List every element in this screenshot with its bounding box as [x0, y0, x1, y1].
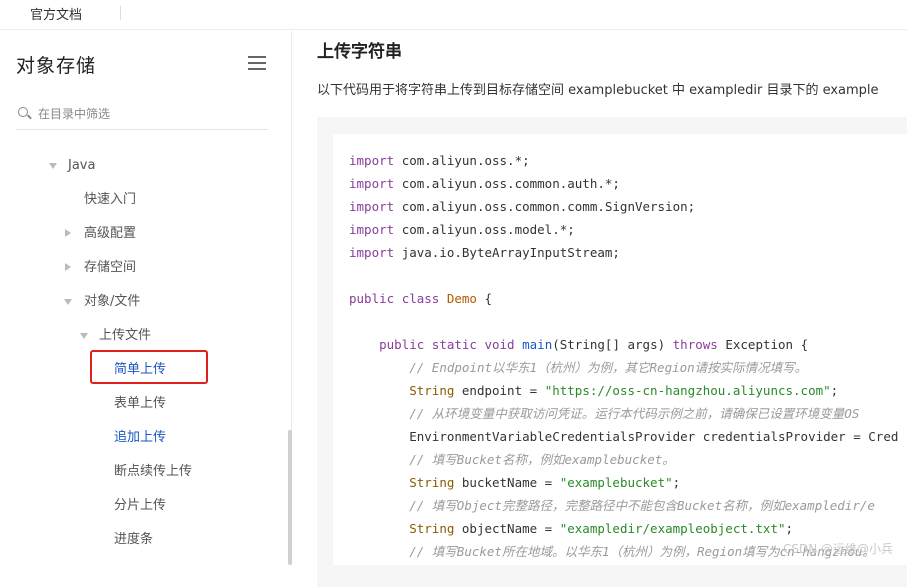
chevron-down-icon[interactable]: [80, 333, 88, 339]
sidebar-item-upload[interactable]: 上传文件: [99, 326, 151, 346]
section-heading: 上传字符串: [317, 42, 402, 62]
sidebar-item-bucket[interactable]: 存储空间: [84, 258, 136, 278]
code-keyword: void: [484, 337, 515, 352]
code-var: endpoint =: [454, 383, 545, 398]
sidebar-item-form-upload[interactable]: 表单上传: [114, 394, 166, 414]
code-line: java.io.ByteArrayInputStream;: [401, 245, 620, 260]
code-keyword: import: [349, 199, 395, 214]
code-content: import com.aliyun.oss.*; import com.aliy…: [349, 153, 899, 559]
sidebar: 对象存储 Java 快速入门 高级配置 存储空间 对象/文件 上传文件 简单上传…: [0, 31, 292, 565]
code-class-name: Demo: [446, 291, 477, 306]
code-comment: // 从环境变量中获取访问凭证。运行本代码示例之前，请确保已设置环境变量OS: [409, 406, 860, 421]
sidebar-scrollbar[interactable]: [288, 430, 292, 565]
code-keyword: public: [349, 291, 395, 306]
code-type: String: [409, 383, 455, 398]
menu-icon[interactable]: [248, 56, 266, 70]
highlight-annotation: [90, 350, 208, 384]
code-keyword: import: [349, 153, 395, 168]
code-type: String: [409, 521, 455, 536]
code-type: String: [409, 475, 455, 490]
sidebar-item-java[interactable]: Java: [68, 156, 95, 176]
code-var: bucketName =: [454, 475, 560, 490]
sidebar-item-advanced-config[interactable]: 高级配置: [84, 224, 136, 244]
sidebar-item-multipart-upload[interactable]: 分片上传: [114, 496, 166, 516]
code-string: "examplebucket": [559, 475, 673, 490]
code-string: "https://oss-cn-hangzhou.aliyuncs.com": [544, 383, 831, 398]
watermark: CSDN @运维@小兵: [783, 542, 894, 556]
topbar-divider: [120, 6, 121, 20]
code-keyword: import: [349, 222, 395, 237]
filter-box: [16, 101, 268, 130]
code-line: com.aliyun.oss.model.*;: [401, 222, 575, 237]
chevron-down-icon[interactable]: [49, 163, 57, 169]
code-args: (String[] args): [552, 337, 666, 352]
code-line: com.aliyun.oss.common.comm.SignVersion;: [401, 199, 696, 214]
section-description: 以下代码用于将字符串上传到目标存储空间 examplebucket 中 exam…: [317, 83, 879, 98]
code-keyword: static: [431, 337, 477, 352]
code-keyword: throws: [672, 337, 718, 352]
sidebar-item-quickstart[interactable]: 快速入门: [84, 190, 136, 210]
chevron-right-icon[interactable]: [65, 263, 71, 271]
search-icon: [18, 107, 28, 117]
code-string: "exampledir/exampleobject.txt": [559, 521, 786, 536]
code-comment: // 填写Bucket名称，例如examplebucket。: [409, 452, 675, 467]
chevron-down-icon[interactable]: [64, 299, 72, 305]
sidebar-title: 对象存储: [16, 55, 97, 77]
code-line: com.aliyun.oss.common.auth.*;: [401, 176, 620, 191]
code-keyword: import: [349, 176, 395, 191]
code-var: objectName =: [454, 521, 560, 536]
code-line: EnvironmentVariableCredentialsProvider c…: [409, 429, 899, 444]
official-docs-link[interactable]: 官方文档: [30, 4, 82, 23]
sidebar-item-resumable-upload[interactable]: 断点续传上传: [114, 462, 192, 482]
filter-input[interactable]: [36, 103, 260, 125]
code-function: main: [522, 337, 553, 352]
code-comment: // 填写Object完整路径，完整路径中不能包含Bucket名称，例如exam…: [409, 498, 875, 513]
code-line: com.aliyun.oss.*;: [401, 153, 530, 168]
chevron-right-icon[interactable]: [65, 229, 71, 237]
code-comment: // Endpoint以华东1（杭州）为例，其它Region请按实际情况填写。: [409, 360, 808, 375]
code-exception: Exception {: [725, 337, 809, 352]
code-keyword: import: [349, 245, 395, 260]
code-keyword: public: [379, 337, 425, 352]
sidebar-item-append-upload[interactable]: 追加上传: [114, 428, 166, 448]
sidebar-item-objects[interactable]: 对象/文件: [84, 292, 140, 312]
code-keyword: class: [401, 291, 440, 306]
code-brace: {: [484, 291, 493, 306]
top-bar: 官方文档: [0, 0, 907, 30]
sidebar-item-progress-bar[interactable]: 进度条: [114, 530, 153, 550]
